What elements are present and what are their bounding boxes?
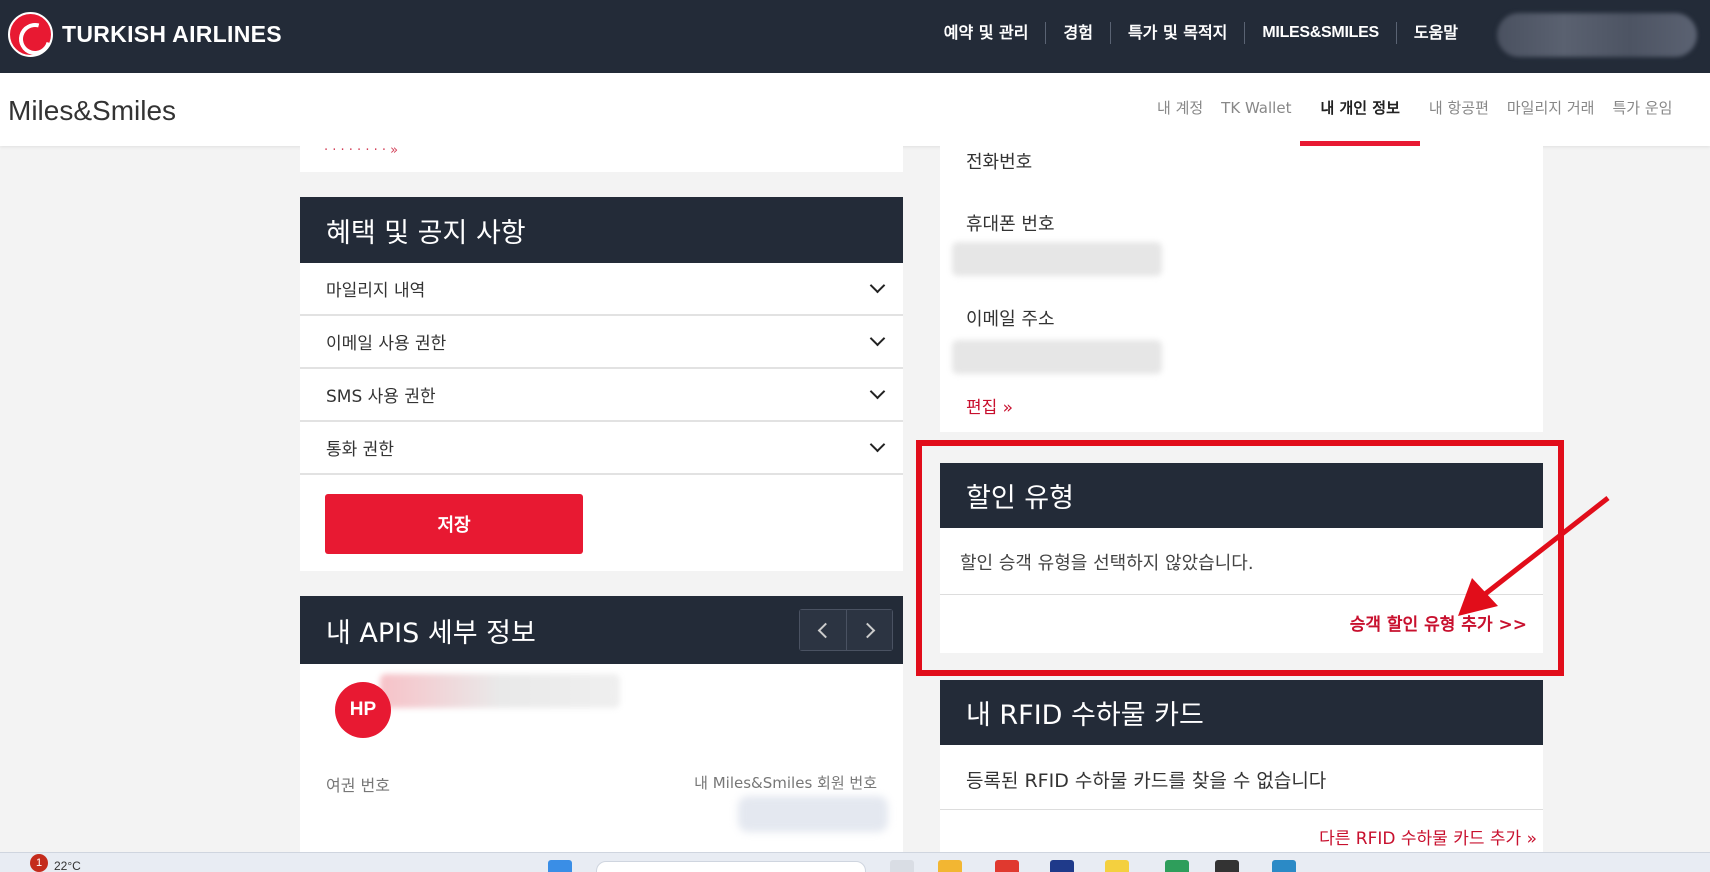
phone-label: 전화번호 [966, 152, 1033, 173]
redacted-mobile-number [952, 242, 1162, 276]
rfid-card-panel: 내 RFID 수하물 카드 등록된 RFID 수하물 카드를 찾을 수 없습니다… [940, 680, 1543, 852]
apis-title-text: 내 APIS 세부 정보 [326, 617, 536, 649]
passport-number-label: 여권 번호 [326, 776, 390, 795]
main-nav: 예약 및 관리 경험 특가 및 목적지 MILES&SMILES 도움말 [927, 22, 1475, 44]
accordion-mileage-history[interactable]: 마일리지 내역 [300, 263, 903, 316]
app-icon[interactable] [1050, 860, 1074, 872]
contact-info-panel: 전화번호 휴대폰 번호 이메일 주소 편집 » [940, 146, 1543, 432]
nav-experience[interactable]: 경험 [1045, 22, 1109, 44]
previous-button[interactable] [800, 610, 846, 650]
scrolled-link-fragment: · · · · · · · · » [324, 143, 399, 158]
chevron-right-icon [859, 622, 876, 638]
accordion-label: 마일리지 내역 [326, 281, 426, 301]
browser-icon[interactable] [995, 860, 1019, 872]
taskbar-search[interactable] [596, 861, 866, 872]
tab-my-account[interactable]: 내 계정 [1148, 73, 1212, 146]
tab-personal-info[interactable]: 내 개인 정보 [1300, 73, 1421, 146]
member-number-label: 내 Miles&Smiles 회원 번호 [694, 774, 877, 792]
save-button[interactable]: 저장 [325, 494, 583, 554]
rfid-empty-message: 등록된 RFID 수하물 카드를 찾을 수 없습니다 [966, 770, 1327, 792]
redacted-passenger-name [380, 674, 620, 708]
add-rfid-card-link[interactable]: 다른 RFID 수하물 카드 추가 » [1319, 824, 1537, 849]
accordion-sms-permission[interactable]: SMS 사용 권한 [300, 369, 903, 422]
accordion-call-permission[interactable]: 통화 권한 [300, 422, 903, 475]
nav-help[interactable]: 도움말 [1395, 22, 1475, 44]
divider [940, 809, 1543, 810]
weather-temperature[interactable]: 22°C [54, 859, 81, 872]
chevron-down-icon[interactable] [869, 330, 886, 347]
email-label: 이메일 주소 [966, 309, 1055, 330]
accordion-email-permission[interactable]: 이메일 사용 권한 [300, 316, 903, 369]
top-navigation-bar: TURKISH AIRLINES 예약 및 관리 경험 특가 및 목적지 MIL… [0, 0, 1710, 73]
chevron-left-icon [817, 622, 833, 638]
apis-panel: 내 APIS 세부 정보 HP 여권 번호 내 Miles&Smiles 회원 … [300, 596, 903, 852]
brand-name[interactable]: TURKISH AIRLINES [62, 21, 282, 48]
user-account-menu[interactable] [1497, 13, 1697, 57]
account-tabs: 내 계정 TK Wallet 내 개인 정보 내 항공편 마일리지 거래 특가 … [1148, 73, 1681, 146]
notification-badge[interactable]: 1 [30, 854, 48, 872]
previous-card-bottom: · · · · · · · · » [300, 143, 903, 172]
turkish-airlines-logo-icon[interactable] [8, 12, 53, 57]
tab-special-fares[interactable]: 특가 운임 [1603, 73, 1681, 146]
terminal-icon[interactable] [1215, 860, 1239, 872]
accordion-label: 이메일 사용 권한 [326, 334, 447, 354]
accordion-label: 통화 권한 [326, 440, 394, 460]
start-icon[interactable] [548, 860, 572, 872]
rfid-title: 내 RFID 수하물 카드 [940, 680, 1543, 745]
tab-mileage-transactions[interactable]: 마일리지 거래 [1498, 73, 1604, 146]
nav-miles-smiles[interactable]: MILES&SMILES [1244, 22, 1395, 44]
notices-panel: 혜택 및 공지 사항 마일리지 내역 이메일 사용 권한 SMS 사용 권한 통… [300, 197, 903, 571]
tab-tk-wallet[interactable]: TK Wallet [1212, 73, 1300, 146]
edit-link[interactable]: 편집 » [966, 393, 1013, 418]
chevron-down-icon[interactable] [869, 383, 886, 400]
task-view-icon[interactable] [890, 860, 914, 872]
apis-pager [799, 609, 893, 651]
miles-smiles-subheader: Miles&Smiles 내 계정 TK Wallet 내 개인 정보 내 항공… [0, 73, 1710, 146]
chevron-down-icon[interactable] [869, 277, 886, 294]
annotation-arrow-icon [1458, 496, 1610, 616]
file-explorer-icon[interactable] [938, 860, 962, 872]
mobile-label: 휴대폰 번호 [966, 214, 1055, 235]
nav-booking-manage[interactable]: 예약 및 관리 [927, 22, 1046, 44]
chevron-down-icon[interactable] [869, 436, 886, 453]
section-title: Miles&Smiles [8, 95, 177, 126]
redacted-email [952, 340, 1162, 374]
spreadsheet-icon[interactable] [1165, 860, 1189, 872]
os-taskbar: 1 22°C [0, 852, 1710, 872]
notes-icon[interactable] [1105, 860, 1129, 872]
nav-deals-destinations[interactable]: 특가 및 목적지 [1109, 22, 1244, 44]
accordion-label: SMS 사용 권한 [326, 387, 436, 407]
notices-title: 혜택 및 공지 사항 [300, 197, 903, 263]
store-icon[interactable] [1272, 860, 1296, 872]
redacted-member-number [738, 796, 888, 832]
avatar: HP [335, 682, 391, 738]
next-button[interactable] [846, 610, 892, 650]
tab-my-flights[interactable]: 내 항공편 [1420, 73, 1498, 146]
